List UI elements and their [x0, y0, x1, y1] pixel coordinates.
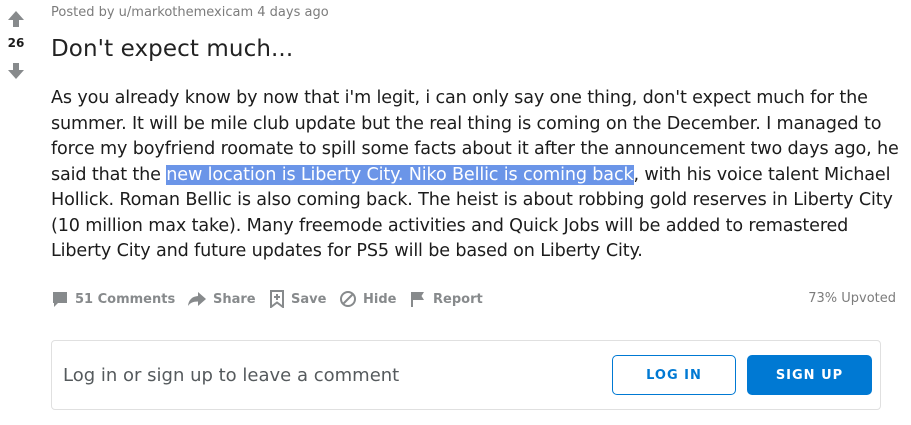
post-body-highlight: new location is Liberty City. Niko Belli…: [166, 164, 634, 185]
hide-label: Hide: [363, 291, 397, 307]
report-label: Report: [433, 291, 483, 307]
comment-prompt-text: Log in or sign up to leave a comment: [63, 365, 400, 386]
save-label: Save: [291, 291, 327, 307]
save-button[interactable]: Save: [269, 288, 326, 310]
report-button[interactable]: Report: [409, 288, 483, 310]
downvote-arrow-icon[interactable]: [7, 62, 25, 85]
post-title[interactable]: Don't expect much...: [51, 36, 293, 62]
report-flag-icon: [409, 290, 427, 308]
comments-label: 51 Comments: [75, 291, 176, 307]
share-icon: [187, 290, 207, 308]
share-button[interactable]: Share: [187, 288, 256, 310]
vote-score: 26: [7, 36, 25, 50]
hide-icon: [339, 290, 357, 308]
login-comment-prompt: Log in or sign up to leave a comment LOG…: [51, 340, 881, 410]
post-meta: Posted by u/markothemexicam 4 days ago: [51, 5, 329, 20]
post-actions: 51 Comments Share Save Hide Report 73% U…: [51, 288, 896, 310]
comments-button[interactable]: 51 Comments: [51, 288, 175, 310]
post-body: As you already know by now that i'm legi…: [51, 86, 901, 265]
sign-up-button[interactable]: SIGN UP: [747, 355, 872, 395]
save-icon: [269, 290, 285, 308]
upvote-arrow-icon[interactable]: [7, 10, 25, 33]
share-label: Share: [213, 291, 256, 307]
upvoted-ratio: 73% Upvoted: [808, 291, 896, 306]
log-in-button[interactable]: LOG IN: [612, 355, 736, 395]
comment-icon: [51, 290, 69, 308]
hide-button[interactable]: Hide: [339, 288, 396, 310]
